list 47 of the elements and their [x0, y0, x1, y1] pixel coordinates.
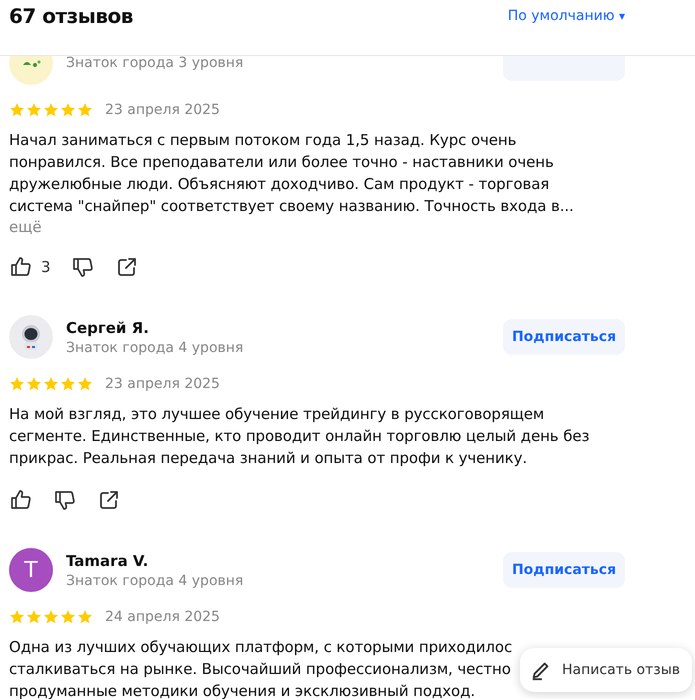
review-text: сталкиваться на рынке. Высочайший профессионализм, честно [9, 659, 511, 680]
star-icon [77, 102, 93, 118]
sort-dropdown[interactable]: По умолчанию ▾ [508, 4, 625, 24]
like-button[interactable]: 3 [9, 255, 51, 279]
author-level: Знаток города 4 уровня [66, 340, 244, 356]
review-text: продуманные методики обучения и эксклюзивный подход. [9, 681, 476, 699]
star-icon [60, 376, 76, 392]
star-icon [60, 102, 76, 118]
author-level: Знаток города 3 уровня [66, 56, 244, 71]
more-link[interactable]: ещё [9, 218, 42, 236]
thumbs-up-icon [9, 255, 33, 279]
author-name[interactable]: Tamara V. [66, 552, 490, 570]
star-icon [9, 102, 25, 118]
dislike-icon[interactable] [70, 255, 95, 279]
reviews-count-title: 67 отзывов [9, 4, 133, 28]
star-icon [60, 609, 76, 625]
star-icon [43, 609, 59, 625]
subscribe-button[interactable]: Подписаться [503, 552, 625, 588]
review-text: дружелюбные люди. Объясняют доходчиво. Сам продукт - торговая [9, 174, 550, 195]
review-text: сегменте. Единственные, кто проводит онлайн торговлю целый день без [9, 426, 590, 447]
thumbs-up-icon [9, 488, 33, 512]
star-icon [9, 376, 25, 392]
review-text: система "снайпер" соответствует своему названию. Точность входа в... [9, 196, 574, 217]
share-icon[interactable] [97, 488, 121, 512]
review-text: Начал заниматься с первым потоком года 1,5 назад. Курс очень [9, 130, 516, 151]
star-icon [43, 376, 59, 392]
star-icon [43, 102, 59, 118]
star-icon [9, 609, 25, 625]
review-date: 23 апреля 2025 [105, 102, 220, 118]
star-icon [77, 376, 93, 392]
star-icon [26, 376, 42, 392]
review-text: Одна из лучших обучающих платформ, с которыми приходилос [9, 637, 512, 658]
author-name[interactable]: Сергей Я. [66, 318, 490, 336]
like-button[interactable] [9, 488, 33, 512]
write-review-button[interactable]: Написать отзыв [520, 648, 692, 692]
avatar: T [9, 548, 53, 592]
dislike-icon[interactable] [53, 488, 77, 512]
star-icon [26, 102, 42, 118]
review-date: 23 апреля 2025 [105, 376, 220, 392]
star-icon [77, 609, 93, 625]
review-text: прикрас. Реальная передача знаний и опыта от профи к ученику. [9, 448, 528, 469]
author-level: Знаток города 4 уровня [66, 572, 244, 588]
review-date: 24 апреля 2025 [105, 609, 220, 625]
star-icon [26, 609, 42, 625]
review-text: На мой взгляд, это лучшее обучение трейдингу в русскоговорящем [9, 404, 544, 425]
review-text: понравился. Все преподаватели или более точно - наставники очень [9, 152, 554, 173]
subscribe-button[interactable]: Подписаться [503, 319, 625, 355]
